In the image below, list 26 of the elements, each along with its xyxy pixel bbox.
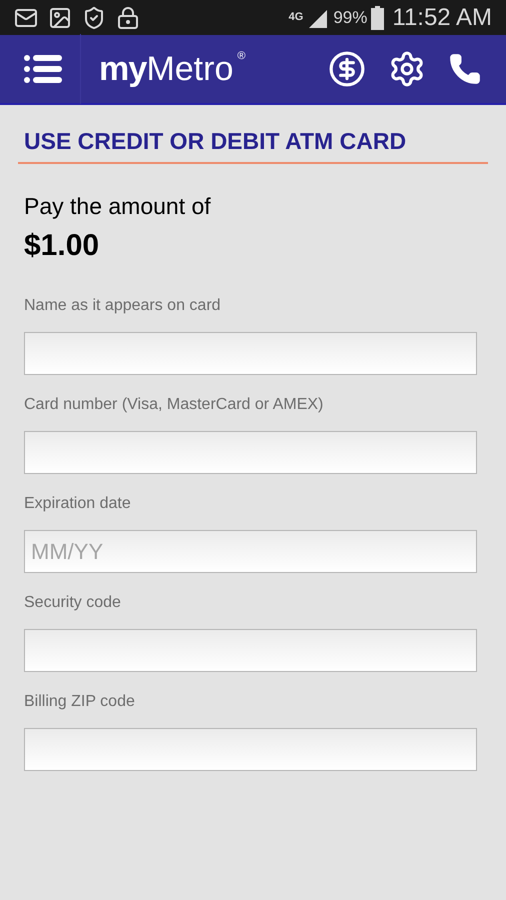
field-label: Expiration date: [24, 494, 132, 514]
app-logo: myMetro®: [99, 48, 246, 90]
amount-value: $1.00: [24, 228, 100, 264]
input-field[interactable]: MM/YY: [24, 530, 477, 573]
menu-button[interactable]: [24, 34, 81, 104]
phone-button[interactable]: [448, 52, 482, 86]
clock: 11:52 AM: [392, 2, 492, 32]
field-label: Billing ZIP code: [24, 692, 136, 712]
lock-icon: [116, 6, 140, 30]
image-icon: [48, 6, 72, 30]
input-field[interactable]: [24, 728, 477, 771]
amount-label: Pay the amount of: [24, 192, 212, 220]
signal-icon: [307, 8, 330, 28]
field-label: Card number (Visa, MasterCard or AMEX): [24, 395, 324, 415]
field-label: Name as it appears on card: [24, 296, 222, 316]
payment-button[interactable]: [328, 50, 366, 88]
battery-icon: [371, 6, 384, 30]
battery-percent: 99%: [333, 6, 368, 29]
input-field[interactable]: [24, 431, 477, 474]
menu-icon: [24, 54, 62, 84]
network-type: 4G: [288, 10, 304, 26]
shield-icon: [82, 6, 106, 30]
input-field[interactable]: [24, 629, 477, 672]
page-title: USE CREDIT OR DEBIT ATM CARD: [24, 127, 408, 156]
field-label: Security code: [24, 593, 122, 613]
input-field[interactable]: [24, 332, 477, 375]
